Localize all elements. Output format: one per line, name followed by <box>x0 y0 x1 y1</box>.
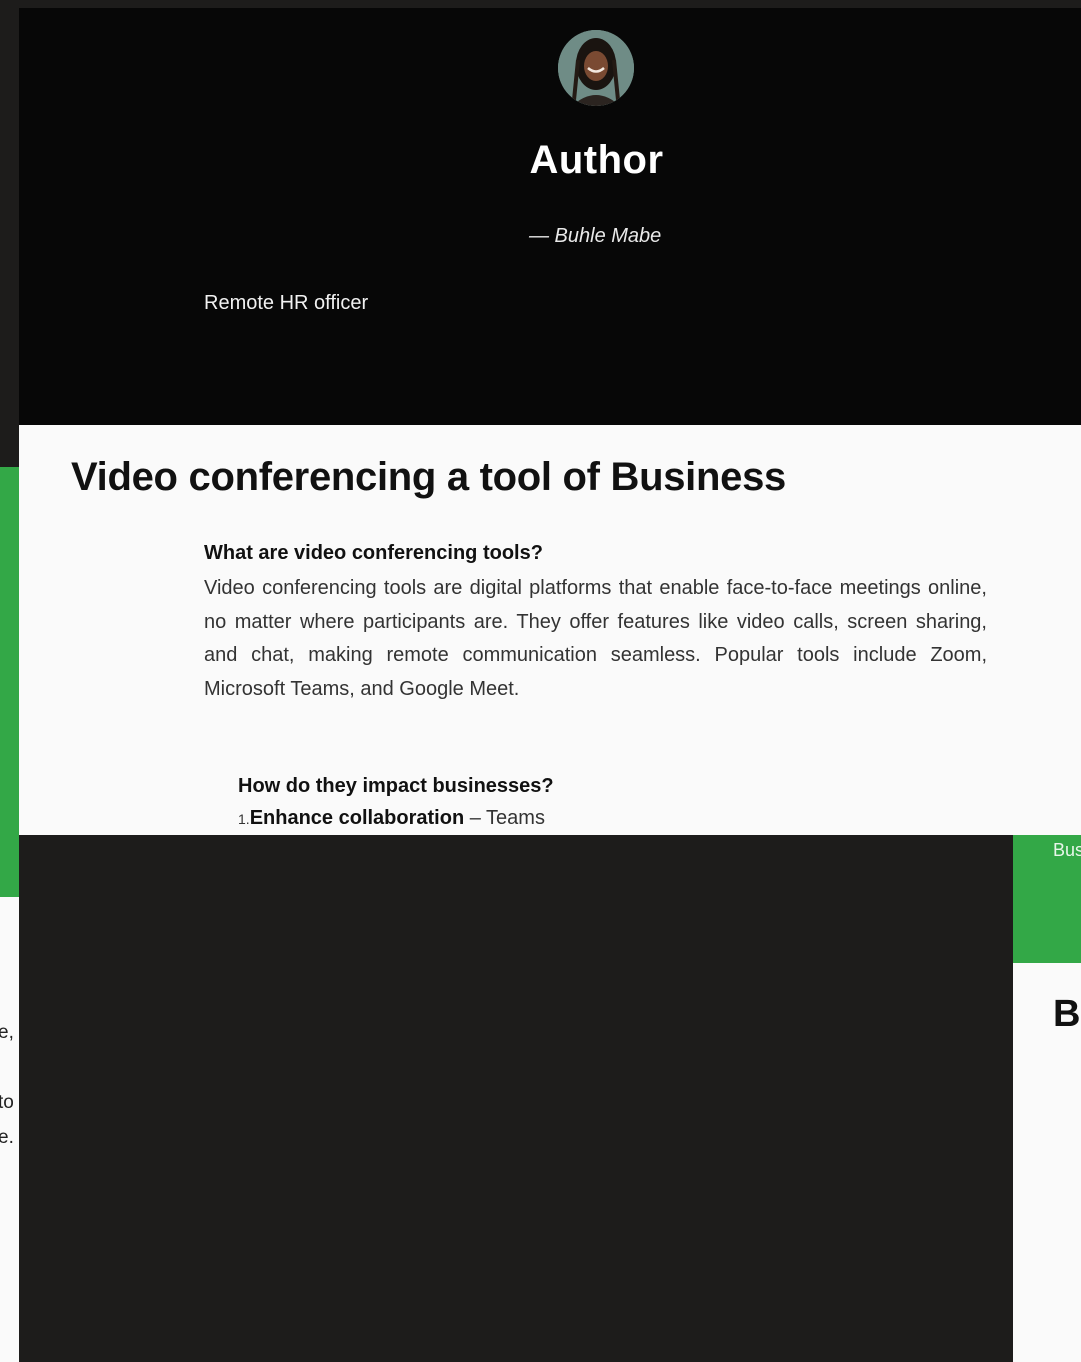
background-heading: Bi <box>1053 993 1081 1035</box>
screen: e, to e. Bus Bi Author — Buhle Mabe Remo… <box>0 0 1081 1362</box>
list-item-bold: Enhance collaboration <box>249 807 465 829</box>
question-heading: What are video conferencing tools? <box>204 542 543 564</box>
author-avatar <box>558 30 634 106</box>
article-title: Video conferencing a tool of Business <box>71 455 786 499</box>
author-role: Remote HR officer <box>204 292 369 314</box>
list-number: 1. <box>238 811 250 827</box>
author-heading: Author <box>529 138 664 182</box>
article-paragraph: Video conferencing tools are digital pla… <box>204 577 987 700</box>
author-section <box>19 8 1081 425</box>
question-heading: How do they impact businesses? <box>238 775 554 797</box>
list-item-text: – Teams <box>464 807 545 829</box>
author-name: — Buhle Mabe <box>529 225 662 247</box>
background-text-fragment: to <box>0 1092 14 1113</box>
list-item: 1.Enhance collaboration – Teams <box>238 807 545 830</box>
background-text-fragment: e, <box>0 1022 14 1043</box>
background-label: Bus <box>1053 840 1081 860</box>
author-portrait-icon <box>558 30 634 106</box>
background-text-fragment: e. <box>0 1127 14 1148</box>
article: Video conferencing a tool of Business Wh… <box>19 425 1081 835</box>
background-green-block-left <box>0 467 19 897</box>
dark-overlay <box>19 835 1013 1362</box>
top-strip <box>0 0 1081 8</box>
